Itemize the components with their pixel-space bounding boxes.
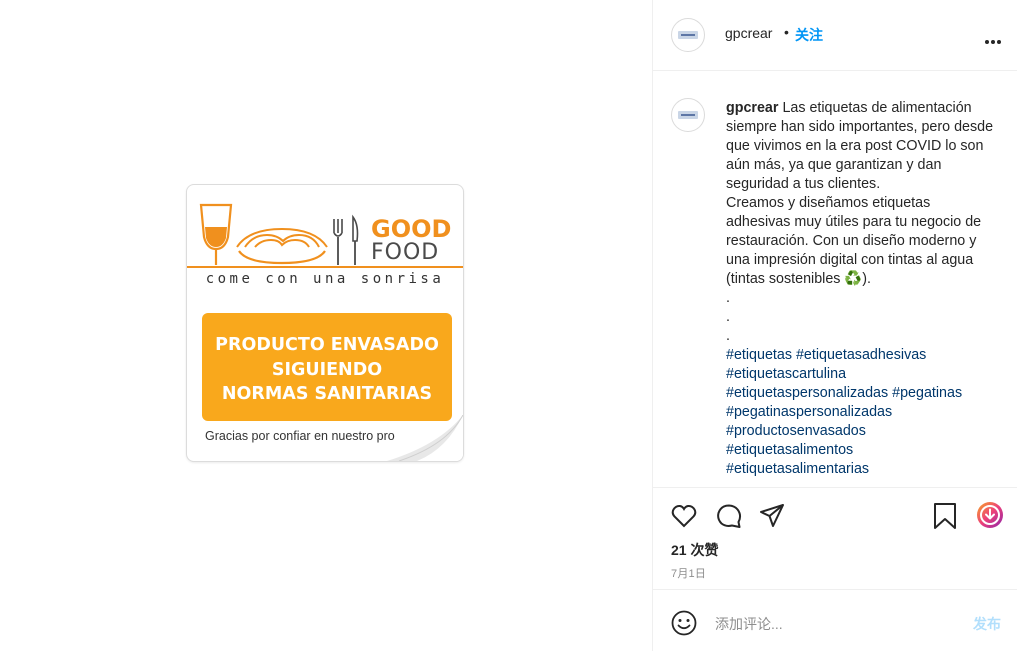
hashtag-link[interactable]: #etiquetasadhesivas <box>796 347 926 363</box>
follow-button[interactable]: 关注 <box>795 25 823 45</box>
hashtag-link[interactable]: #pegatinas <box>892 385 962 401</box>
thanks-text: Gracias por confiar en nuestro pro <box>205 429 395 443</box>
separator-dot: • <box>784 24 789 40</box>
caption-scroll-area[interactable]: gpcrear Las etiquetas de alimentación si… <box>653 71 1017 488</box>
avatar[interactable] <box>671 18 705 52</box>
post-comment-button[interactable]: 发布 <box>973 614 1001 634</box>
share-icon[interactable] <box>759 503 785 529</box>
post-media[interactable]: GOOD FOOD come con una sonrisa PRODUCTO … <box>0 0 652 651</box>
caption-avatar[interactable] <box>671 98 705 132</box>
notice-line: NORMAS SANITARIAS <box>221 384 433 404</box>
bookmark-icon[interactable] <box>933 502 957 530</box>
hashtag-link[interactable]: #etiquetasalimentos <box>726 442 853 458</box>
comment-bar: 添加评论... 发布 <box>653 589 1017 652</box>
brand-row: GOOD FOOD <box>187 185 463 275</box>
heart-icon[interactable] <box>671 504 697 528</box>
page-curl-graphic <box>387 415 463 461</box>
post-side-panel: gpcrear • 关注 gpcrear Las etiquetas de al… <box>652 0 1017 651</box>
caption-dot: . <box>726 290 730 306</box>
caption-dot: . <box>726 328 730 344</box>
hashtag-link[interactable]: #etiquetas <box>726 347 792 363</box>
hashtag-link[interactable]: #etiquetasalimentarias <box>726 461 869 477</box>
post-header: gpcrear • 关注 <box>653 0 1017 71</box>
food-label-image: GOOD FOOD come con una sonrisa PRODUCTO … <box>186 184 464 462</box>
post-date[interactable]: 7月1日 <box>671 565 706 581</box>
notice-line: PRODUCTO ENVASADO <box>215 335 439 355</box>
action-bar: 21 次赞 7月1日 <box>653 488 1017 588</box>
slogan-text: come con una sonrisa <box>205 271 445 287</box>
hashtag-link[interactable]: #productosenvasados <box>726 423 866 439</box>
notice-box: PRODUCTO ENVASADO SIGUIENDO NORMAS SANIT… <box>202 313 452 421</box>
caption-paragraph-2: Creamos y diseñamos etiquetas adhesivas … <box>726 195 982 287</box>
hashtag-link[interactable]: #pegatinaspersonalizadas <box>726 404 892 420</box>
emoji-icon[interactable] <box>671 610 697 636</box>
caption-dot: . <box>726 309 730 325</box>
brand-good-text: GOOD <box>371 215 452 243</box>
comment-icon[interactable] <box>716 503 742 529</box>
hashtag-link[interactable]: #etiquetaspersonalizadas <box>726 385 888 401</box>
more-horizontal-icon[interactable] <box>985 31 1005 44</box>
likes-count[interactable]: 21 次赞 <box>671 540 718 560</box>
caption-username[interactable]: gpcrear <box>726 100 778 116</box>
download-icon[interactable] <box>975 500 1005 530</box>
caption-text: gpcrear Las etiquetas de alimentación si… <box>726 99 996 479</box>
notice-line: SIGUIENDO <box>271 359 383 380</box>
header-username[interactable]: gpcrear <box>725 25 772 41</box>
comment-input[interactable]: 添加评论... <box>715 614 783 634</box>
brand-food-text: FOOD <box>371 240 440 265</box>
brand-name: GOOD FOOD <box>371 217 451 264</box>
hashtag-link[interactable]: #etiquetascartulina <box>726 366 846 382</box>
